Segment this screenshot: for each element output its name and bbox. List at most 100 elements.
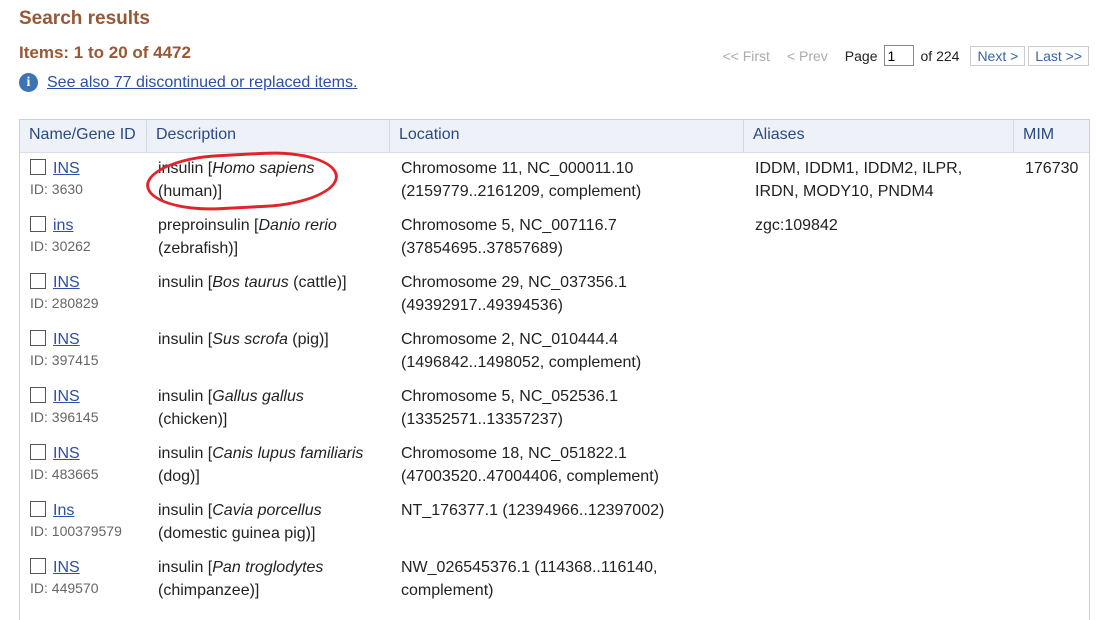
table-row: INS ID: 449570 insulin [Pan troglodytes (ch…: [20, 552, 1089, 609]
gene-id: ID: 100379579: [30, 523, 122, 539]
aliases-cell: [744, 267, 1014, 324]
gene-id: ID: 396145: [30, 409, 99, 425]
gene-name-link[interactable]: INS: [53, 331, 80, 348]
row-checkbox[interactable]: [30, 330, 46, 346]
aliases-cell: [744, 324, 1014, 381]
discontinued-notice: i See also 77 discontinued or replaced i…: [19, 73, 357, 92]
location-line2: (47003520..47004406, complement): [401, 468, 659, 485]
location-cell: Chromosome 11, NC_000011.10 (2159779..216…: [390, 153, 744, 210]
next-page-button[interactable]: Next >: [970, 45, 1026, 66]
column-header-mim[interactable]: MIM: [1014, 120, 1089, 152]
column-header-location[interactable]: Location: [390, 120, 744, 152]
description-line2: (zebrafish)]: [158, 240, 239, 257]
row-checkbox[interactable]: [30, 273, 46, 289]
gene-id: ID: 397415: [30, 352, 99, 368]
mim-value: 176730: [1025, 160, 1079, 177]
aliases-line1: zgc:109842: [755, 217, 838, 234]
gene-cell: INS ID: 396145: [20, 381, 147, 438]
description-line2: (dog)]: [158, 468, 200, 485]
page-number-input[interactable]: [883, 45, 914, 66]
description-prefix: insulin [: [158, 502, 213, 519]
description-prefix: insulin [: [158, 559, 213, 576]
species-name: Homo sapiens: [212, 160, 315, 177]
column-header-name[interactable]: Name/Gene ID: [20, 120, 147, 152]
location-line2: (2159779..2161209, complement): [401, 183, 642, 200]
description-suffix: (pig)]: [287, 331, 329, 348]
location-line1: Chromosome 2, NC_010444.4: [401, 331, 619, 348]
gene-name-link[interactable]: ins: [53, 217, 73, 234]
table-row: Ins ID: 100379579 insulin [Cavia porcellus…: [20, 495, 1089, 552]
table-row: INS ID: 397415 insulin [Sus scrofa (pig)] C…: [20, 324, 1089, 381]
location-line2: (37854695..37857689): [401, 240, 563, 257]
row-checkbox[interactable]: [30, 444, 46, 460]
gene-id: ID: 449570: [30, 580, 99, 596]
page-title: Search results: [19, 8, 150, 29]
table-row: ins ID: 30262 preproinsulin [Danio rerio (z…: [20, 210, 1089, 267]
column-header-aliases[interactable]: Aliases: [744, 120, 1014, 152]
gene-cell: INS ID: 3630: [20, 153, 147, 210]
page-label: Page: [844, 47, 878, 64]
table-header: Name/Gene ID Description Location Aliase…: [20, 120, 1089, 153]
description-cell: insulin [Sus scrofa (pig)]: [147, 324, 390, 381]
last-page-button[interactable]: Last >>: [1028, 45, 1089, 66]
description-cell: insulin [Homo sapiens (human)]: [147, 153, 390, 210]
species-name: Sus scrofa: [212, 331, 288, 348]
gene-name-link[interactable]: INS: [53, 388, 80, 405]
pager: << First < Prev Page of 224 Next > Last …: [722, 45, 1089, 66]
description-line2: (human)]: [158, 183, 223, 200]
gene-name-link[interactable]: INS: [53, 559, 80, 576]
aliases-line1: IDDM, IDDM1, IDDM2, ILPR,: [755, 160, 963, 177]
aliases-cell: [744, 495, 1014, 552]
species-name: Gallus gallus: [212, 388, 304, 405]
row-checkbox[interactable]: [30, 159, 46, 175]
location-line1: Chromosome 29, NC_037356.1: [401, 274, 627, 291]
description-line2: (domestic guinea pig)]: [158, 525, 316, 542]
species-name: Bos taurus: [212, 274, 289, 291]
location-line2: (1496842..1498052, complement): [401, 354, 642, 371]
mim-cell: [1014, 210, 1089, 267]
mim-cell: [1014, 438, 1089, 495]
prev-page-link[interactable]: < Prev: [787, 48, 828, 64]
table-row: INS ID: 280829 insulin [Bos taurus (cattle…: [20, 267, 1089, 324]
mim-cell: 176730: [1014, 153, 1089, 210]
gene-cell: Ins ID: 100379579: [20, 495, 147, 552]
mim-cell: [1014, 495, 1089, 552]
row-checkbox[interactable]: [30, 558, 46, 574]
info-icon: i: [19, 73, 38, 92]
items-count: Items: 1 to 20 of 4472: [19, 43, 191, 62]
description-prefix: insulin [: [158, 160, 213, 177]
gene-id: ID: 30262: [30, 238, 91, 254]
description-cell: insulin [Canis lupus familiaris (dog)]: [147, 438, 390, 495]
location-line1: NT_176377.1 (12394966..12397002): [401, 502, 665, 519]
gene-name-link[interactable]: Ins: [53, 502, 74, 519]
description-cell: insulin [Bos taurus (cattle)]: [147, 267, 390, 324]
gene-name-link[interactable]: INS: [53, 445, 80, 462]
species-name: Canis lupus familiaris: [212, 445, 364, 462]
mim-cell: [1014, 267, 1089, 324]
description-cell: preproinsulin [Danio rerio (zebrafish)]: [147, 210, 390, 267]
row-checkbox[interactable]: [30, 387, 46, 403]
gene-id: ID: 3630: [30, 181, 83, 197]
species-name: Pan troglodytes: [212, 559, 324, 576]
location-line1: Chromosome 18, NC_051822.1: [401, 445, 627, 462]
location-cell: NW_026545376.1 (114368..116140, complemen…: [390, 552, 744, 609]
location-cell: Chromosome 18, NC_051822.1 (47003520..470…: [390, 438, 744, 495]
gene-cell: ins ID: 30262: [20, 210, 147, 267]
mim-cell: [1014, 552, 1089, 609]
discontinued-items-link[interactable]: See also 77 discontinued or replaced ite…: [47, 74, 357, 92]
description-prefix: insulin [: [158, 388, 213, 405]
column-header-description[interactable]: Description: [147, 120, 390, 152]
location-cell: Chromosome 5, NC_052536.1 (13352571..1335…: [390, 381, 744, 438]
first-page-link[interactable]: << First: [722, 48, 769, 64]
description-cell: insulin [Gallus gallus (chicken)]: [147, 381, 390, 438]
description-prefix: preproinsulin [: [158, 217, 259, 234]
row-checkbox[interactable]: [30, 216, 46, 232]
location-line2: (49392917..49394536): [401, 297, 563, 314]
description-cell: insulin [Pan troglodytes (chimpanzee)]: [147, 552, 390, 609]
row-checkbox[interactable]: [30, 501, 46, 517]
aliases-cell: [744, 381, 1014, 438]
location-cell: Chromosome 29, NC_037356.1 (49392917..493…: [390, 267, 744, 324]
gene-name-link[interactable]: INS: [53, 274, 80, 291]
description-prefix: insulin [: [158, 445, 213, 462]
gene-name-link[interactable]: INS: [53, 160, 80, 177]
